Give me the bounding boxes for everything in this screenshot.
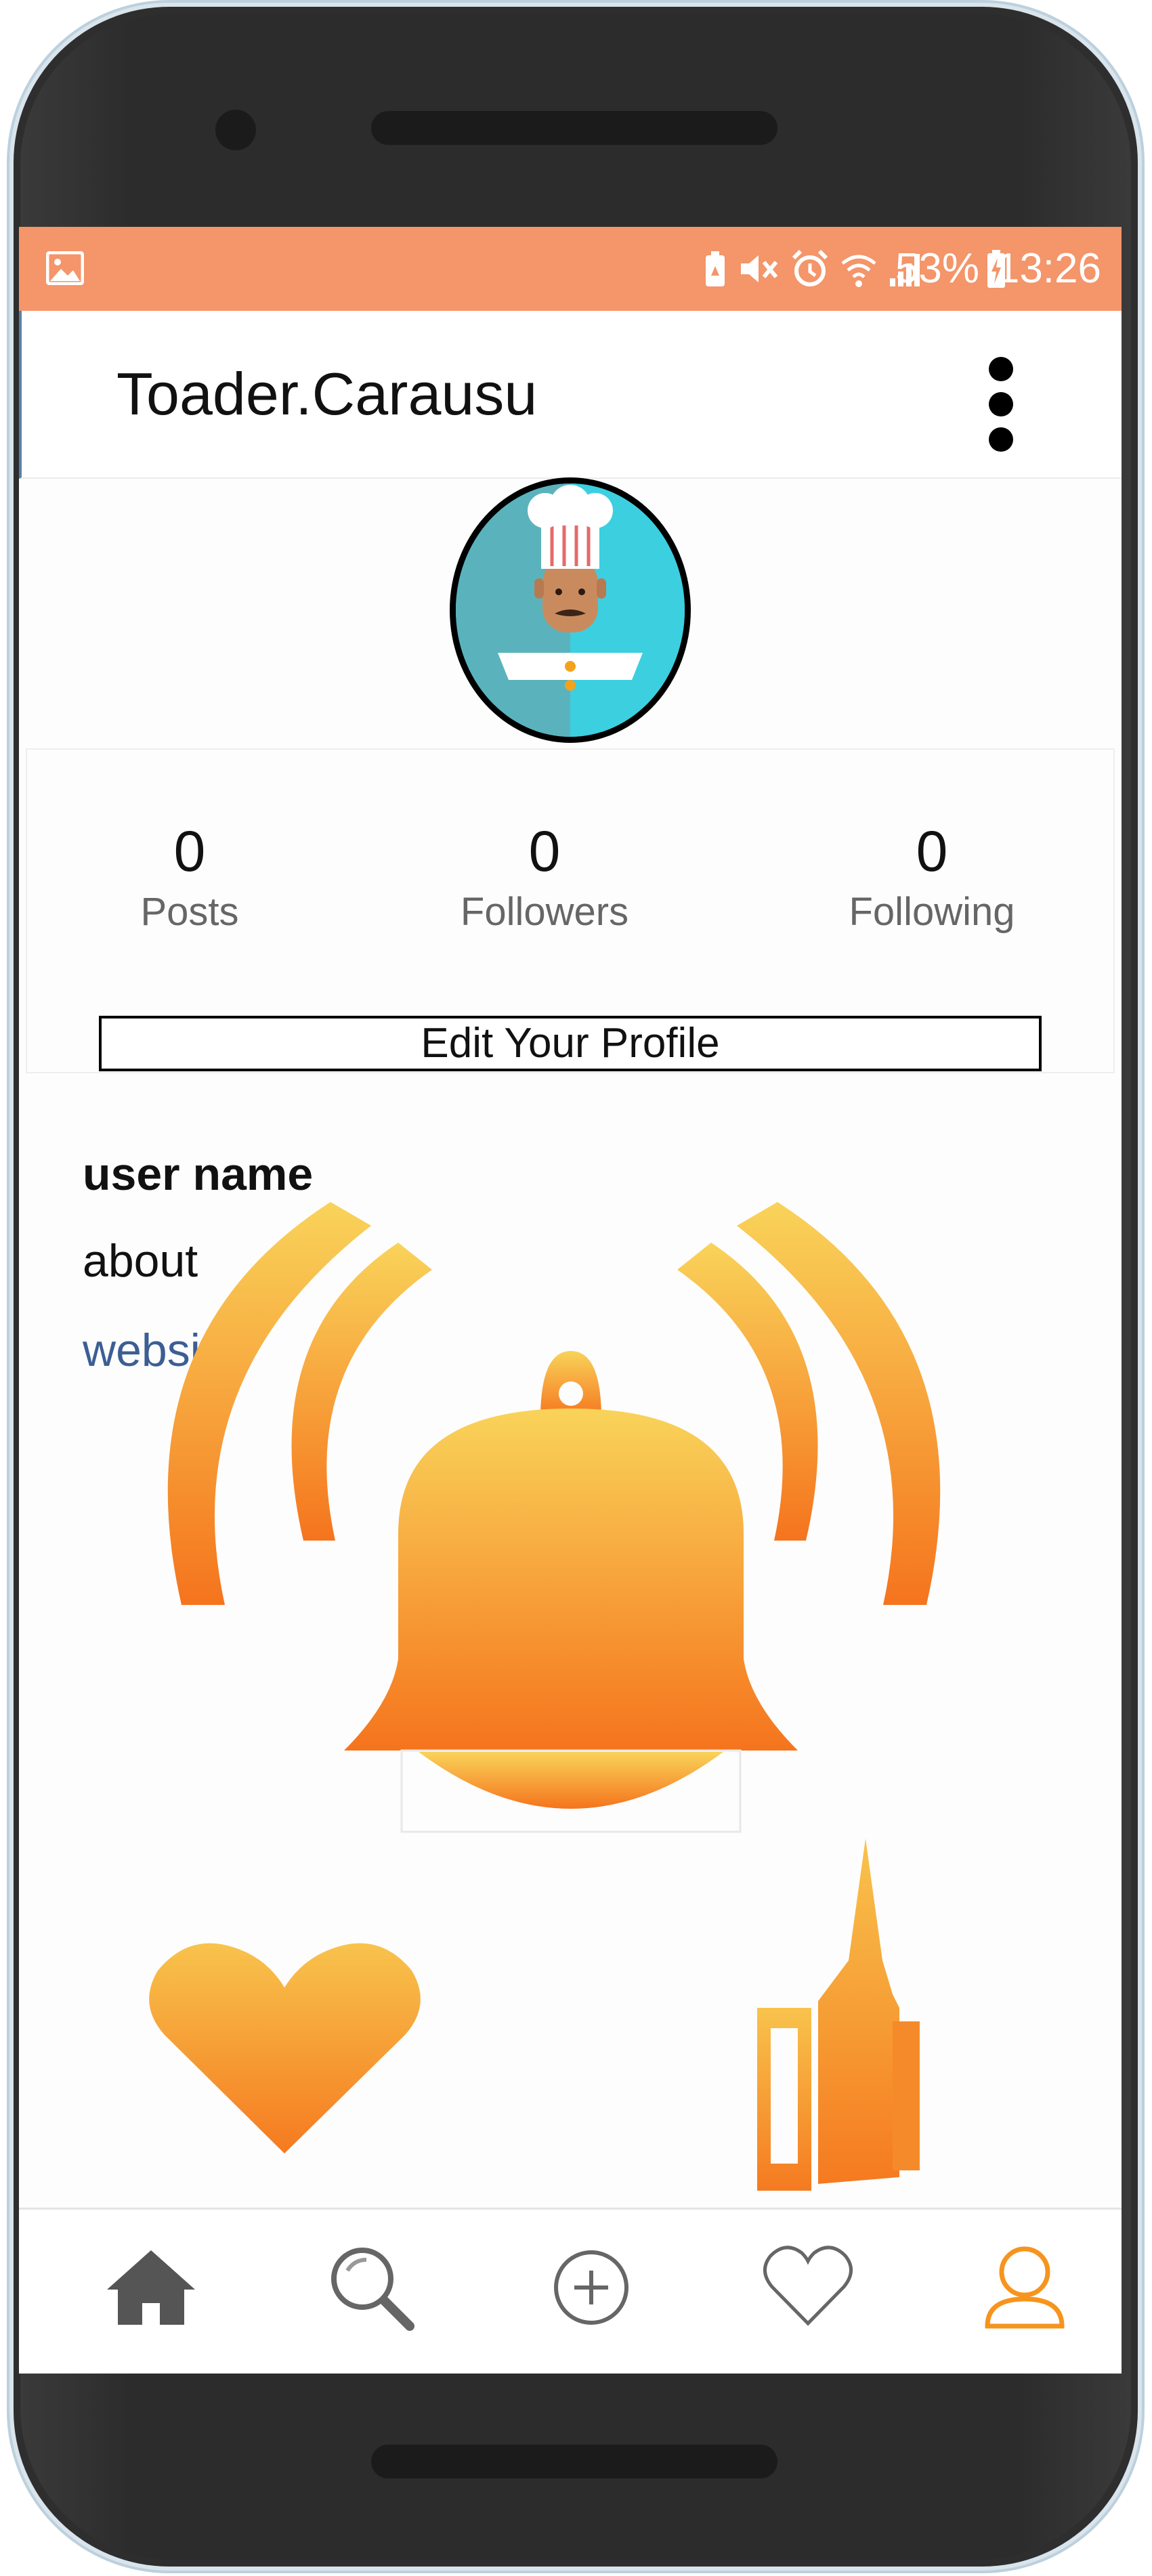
bell-ringing-icon: [167, 1202, 941, 1833]
heart-outline-icon[interactable]: [757, 2237, 859, 2338]
screen: 53% 13:26 Toader.Carausu 0 Posts 0 Follo…: [19, 227, 1122, 2374]
front-camera: [215, 110, 256, 150]
earpiece-speaker: [371, 111, 777, 145]
bottom-navigation: [19, 2208, 1122, 2374]
followers-label: Followers: [460, 890, 629, 934]
bio-website-link[interactable]: website: [83, 1324, 239, 1377]
search-icon[interactable]: [320, 2237, 422, 2338]
status-icons: [702, 246, 925, 292]
stat-posts[interactable]: 0 Posts: [68, 817, 312, 939]
status-bar: 53% 13:26: [19, 227, 1122, 311]
posts-label: Posts: [140, 890, 239, 934]
image-icon: [46, 251, 84, 285]
following-label: Following: [849, 890, 1015, 934]
thumbs-up-icon: [757, 1839, 920, 2191]
profile-icon[interactable]: [974, 2237, 1075, 2338]
stat-followers[interactable]: 0 Followers: [423, 817, 666, 939]
add-circle-icon[interactable]: [540, 2237, 642, 2338]
nfc-icon: [706, 251, 725, 286]
wifi-icon: [841, 255, 876, 287]
following-count: 0: [916, 819, 948, 883]
alarm-icon: [792, 249, 828, 286]
page-title: Toader.Carausu: [116, 360, 538, 427]
chef-avatar-icon: [456, 484, 685, 737]
stat-following[interactable]: 0 Following: [810, 817, 1054, 939]
followers-count: 0: [528, 819, 561, 883]
bottom-speaker: [371, 2445, 777, 2478]
heart-icon: [149, 1943, 421, 2153]
mute-icon: [741, 255, 778, 282]
avatar[interactable]: [450, 477, 691, 743]
battery-percentage: 53%: [895, 245, 979, 292]
posts-count: 0: [173, 819, 206, 883]
bio-about: about: [83, 1235, 198, 1287]
bio-user-name: user name: [83, 1149, 314, 1200]
status-clock: 13:26: [996, 245, 1101, 292]
home-icon[interactable]: [100, 2237, 202, 2338]
app-toolbar: Toader.Carausu: [19, 311, 1122, 479]
edit-profile-button[interactable]: Edit Your Profile: [99, 1016, 1042, 1071]
more-vert-icon[interactable]: [981, 350, 1021, 458]
